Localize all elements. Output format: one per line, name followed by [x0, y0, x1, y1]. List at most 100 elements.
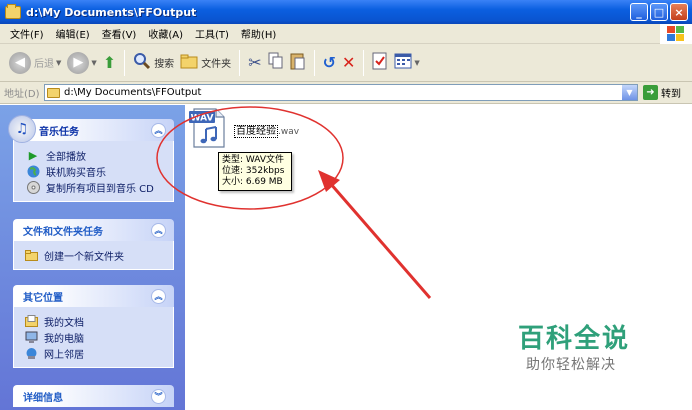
folders-icon: [180, 53, 198, 72]
my-documents-icon: [24, 315, 38, 328]
music-tasks-body: ▶ 全部播放 联机购买音乐 复制所有项目到音乐 CD: [13, 141, 174, 202]
maximize-button[interactable]: □: [650, 3, 668, 21]
music-tasks-header[interactable]: 音乐任务 ︽: [13, 119, 174, 141]
other-places-title: 其它位置: [23, 292, 63, 304]
tooltip-bitrate: 位速: 352kbps: [222, 166, 285, 176]
menu-bar: 文件(F) 编辑(E) 查看(V) 收藏(A) 工具(T) 帮助(H): [0, 24, 692, 44]
back-label: 后退: [34, 59, 54, 70]
my-computer-label: 我的电脑: [44, 333, 84, 345]
go-label: 转到: [661, 89, 681, 100]
details-title: 详细信息: [23, 392, 63, 404]
delete-icon: ✕: [342, 52, 356, 72]
other-places-panel: 其它位置 ︽ 我的文档 我的电脑 网上邻居: [13, 285, 174, 368]
title-bar: d:\My Documents\FFOutput _ □ ×: [0, 0, 692, 24]
my-documents-link[interactable]: 我的文档: [24, 313, 165, 329]
file-extension-text: .wav: [278, 127, 300, 137]
file-name-text: 百度经验: [234, 125, 278, 138]
properties-icon: [372, 52, 388, 73]
watermark-subtitle: 助你轻松解决: [526, 357, 616, 373]
cd-icon: [26, 180, 40, 194]
file-folder-tasks-panel: 文件和文件夹任务 ︽ 创建一个新文件夹: [13, 219, 174, 270]
expand-chevron-icon[interactable]: ︾: [151, 388, 166, 404]
search-label: 搜索: [154, 59, 175, 70]
music-tasks-panel: 音乐任务 ︽ ♫ ▶ 全部播放 联机购买音乐 复制所有项目到音乐 CD: [8, 115, 174, 202]
wav-file-icon[interactable]: WAV: [188, 107, 228, 149]
undo-icon: ↺: [322, 52, 336, 72]
forward-dropdown-icon[interactable]: ▼: [91, 59, 96, 67]
collapse-chevron-icon[interactable]: ︽: [151, 122, 166, 138]
up-folder-button[interactable]: ⬆: [100, 48, 119, 78]
delete-button[interactable]: ✕: [339, 48, 358, 78]
windows-logo-icon: [660, 24, 692, 44]
folder-icon: [47, 87, 60, 98]
views-dropdown-icon[interactable]: ▼: [414, 59, 419, 67]
menu-edit[interactable]: 编辑(E): [50, 26, 96, 41]
toolbar-separator: [239, 49, 241, 76]
file-folder-tasks-title: 文件和文件夹任务: [23, 226, 103, 238]
scissors-icon: ✂: [248, 52, 262, 72]
window-title: d:\My Documents\FFOutput: [26, 5, 197, 19]
file-name[interactable]: 百度经验 .wav: [234, 122, 300, 138]
details-header[interactable]: 详细信息 ︾: [13, 385, 174, 407]
cut-button[interactable]: ✂: [245, 48, 264, 78]
menu-view[interactable]: 查看(V): [96, 26, 143, 41]
folders-label: 文件夹: [201, 59, 232, 70]
paste-icon: [290, 52, 306, 73]
collapse-chevron-icon[interactable]: ︽: [151, 288, 166, 304]
tooltip-size: 大小: 6.69 MB: [222, 177, 283, 187]
menu-help[interactable]: 帮助(H): [235, 26, 282, 41]
address-label: 地址(D): [4, 89, 40, 100]
toolbar-separator: [363, 49, 365, 76]
back-arrow-icon: ◀: [9, 51, 31, 74]
my-computer-link[interactable]: 我的电脑: [24, 329, 165, 345]
task-pane: 音乐任务 ︽ ♫ ▶ 全部播放 联机购买音乐 复制所有项目到音乐 CD 文件和文…: [0, 105, 185, 410]
forward-button[interactable]: ▶ ▼: [64, 48, 99, 78]
buy-music-link[interactable]: 联机购买音乐: [26, 163, 165, 179]
copy-to-cd-link[interactable]: 复制所有项目到音乐 CD: [26, 179, 165, 195]
menu-file[interactable]: 文件(F): [4, 26, 50, 41]
my-computer-icon: [24, 331, 38, 344]
folders-button[interactable]: 文件夹: [177, 48, 234, 78]
up-folder-icon: ⬆: [102, 52, 117, 72]
window-controls: _ □ ×: [630, 3, 688, 21]
new-folder-link[interactable]: 创建一个新文件夹: [24, 247, 165, 263]
forward-arrow-icon: ▶: [67, 51, 90, 74]
network-places-icon: [24, 347, 38, 360]
file-info-tooltip: 类型: WAV文件 位速: 352kbps 大小: 6.69 MB: [218, 152, 292, 191]
network-places-link[interactable]: 网上邻居: [24, 345, 165, 361]
play-all-label: 全部播放: [46, 151, 86, 163]
menu-favorites[interactable]: 收藏(A): [142, 26, 189, 41]
address-bar: 地址(D) d:\My Documents\FFOutput ▼ ➜ 转到: [0, 82, 692, 104]
copy-button[interactable]: [265, 48, 287, 78]
new-folder-label: 创建一个新文件夹: [44, 251, 124, 263]
views-button[interactable]: ▼: [391, 48, 422, 78]
other-places-body: 我的文档 我的电脑 网上邻居: [13, 307, 174, 368]
minimize-button[interactable]: _: [630, 3, 648, 21]
toolbar: ◀ 后退 ▼ ▶ ▼ ⬆ 搜索 文件夹 ✂ ↺ ✕ ▼: [0, 44, 692, 82]
paste-button[interactable]: [287, 48, 309, 78]
properties-button[interactable]: [369, 48, 391, 78]
menu-tools[interactable]: 工具(T): [189, 26, 235, 41]
watermark-title: 百科全说: [518, 324, 631, 354]
views-icon: [394, 53, 412, 72]
address-dropdown-icon[interactable]: ▼: [622, 85, 637, 100]
search-button[interactable]: 搜索: [130, 48, 177, 78]
other-places-header[interactable]: 其它位置 ︽: [13, 285, 174, 307]
back-dropdown-icon[interactable]: ▼: [56, 59, 61, 67]
undo-button[interactable]: ↺: [320, 48, 339, 78]
play-icon: ▶: [28, 148, 38, 162]
go-arrow-icon: ➜: [643, 85, 658, 100]
wav-label-text: WAV: [191, 114, 214, 124]
address-input[interactable]: d:\My Documents\FFOutput ▼: [44, 84, 638, 101]
go-button[interactable]: ➜ 转到: [643, 85, 681, 100]
buy-music-label: 联机购买音乐: [46, 167, 106, 179]
new-folder-icon: [24, 249, 38, 262]
toolbar-separator: [124, 49, 126, 76]
file-folder-tasks-header[interactable]: 文件和文件夹任务 ︽: [13, 219, 174, 241]
play-all-link[interactable]: ▶ 全部播放: [26, 147, 165, 163]
collapse-chevron-icon[interactable]: ︽: [151, 222, 166, 238]
network-places-label: 网上邻居: [44, 349, 84, 361]
close-button[interactable]: ×: [670, 3, 688, 21]
back-button[interactable]: ◀ 后退 ▼: [6, 48, 64, 78]
details-panel: 详细信息 ︾: [13, 385, 174, 407]
